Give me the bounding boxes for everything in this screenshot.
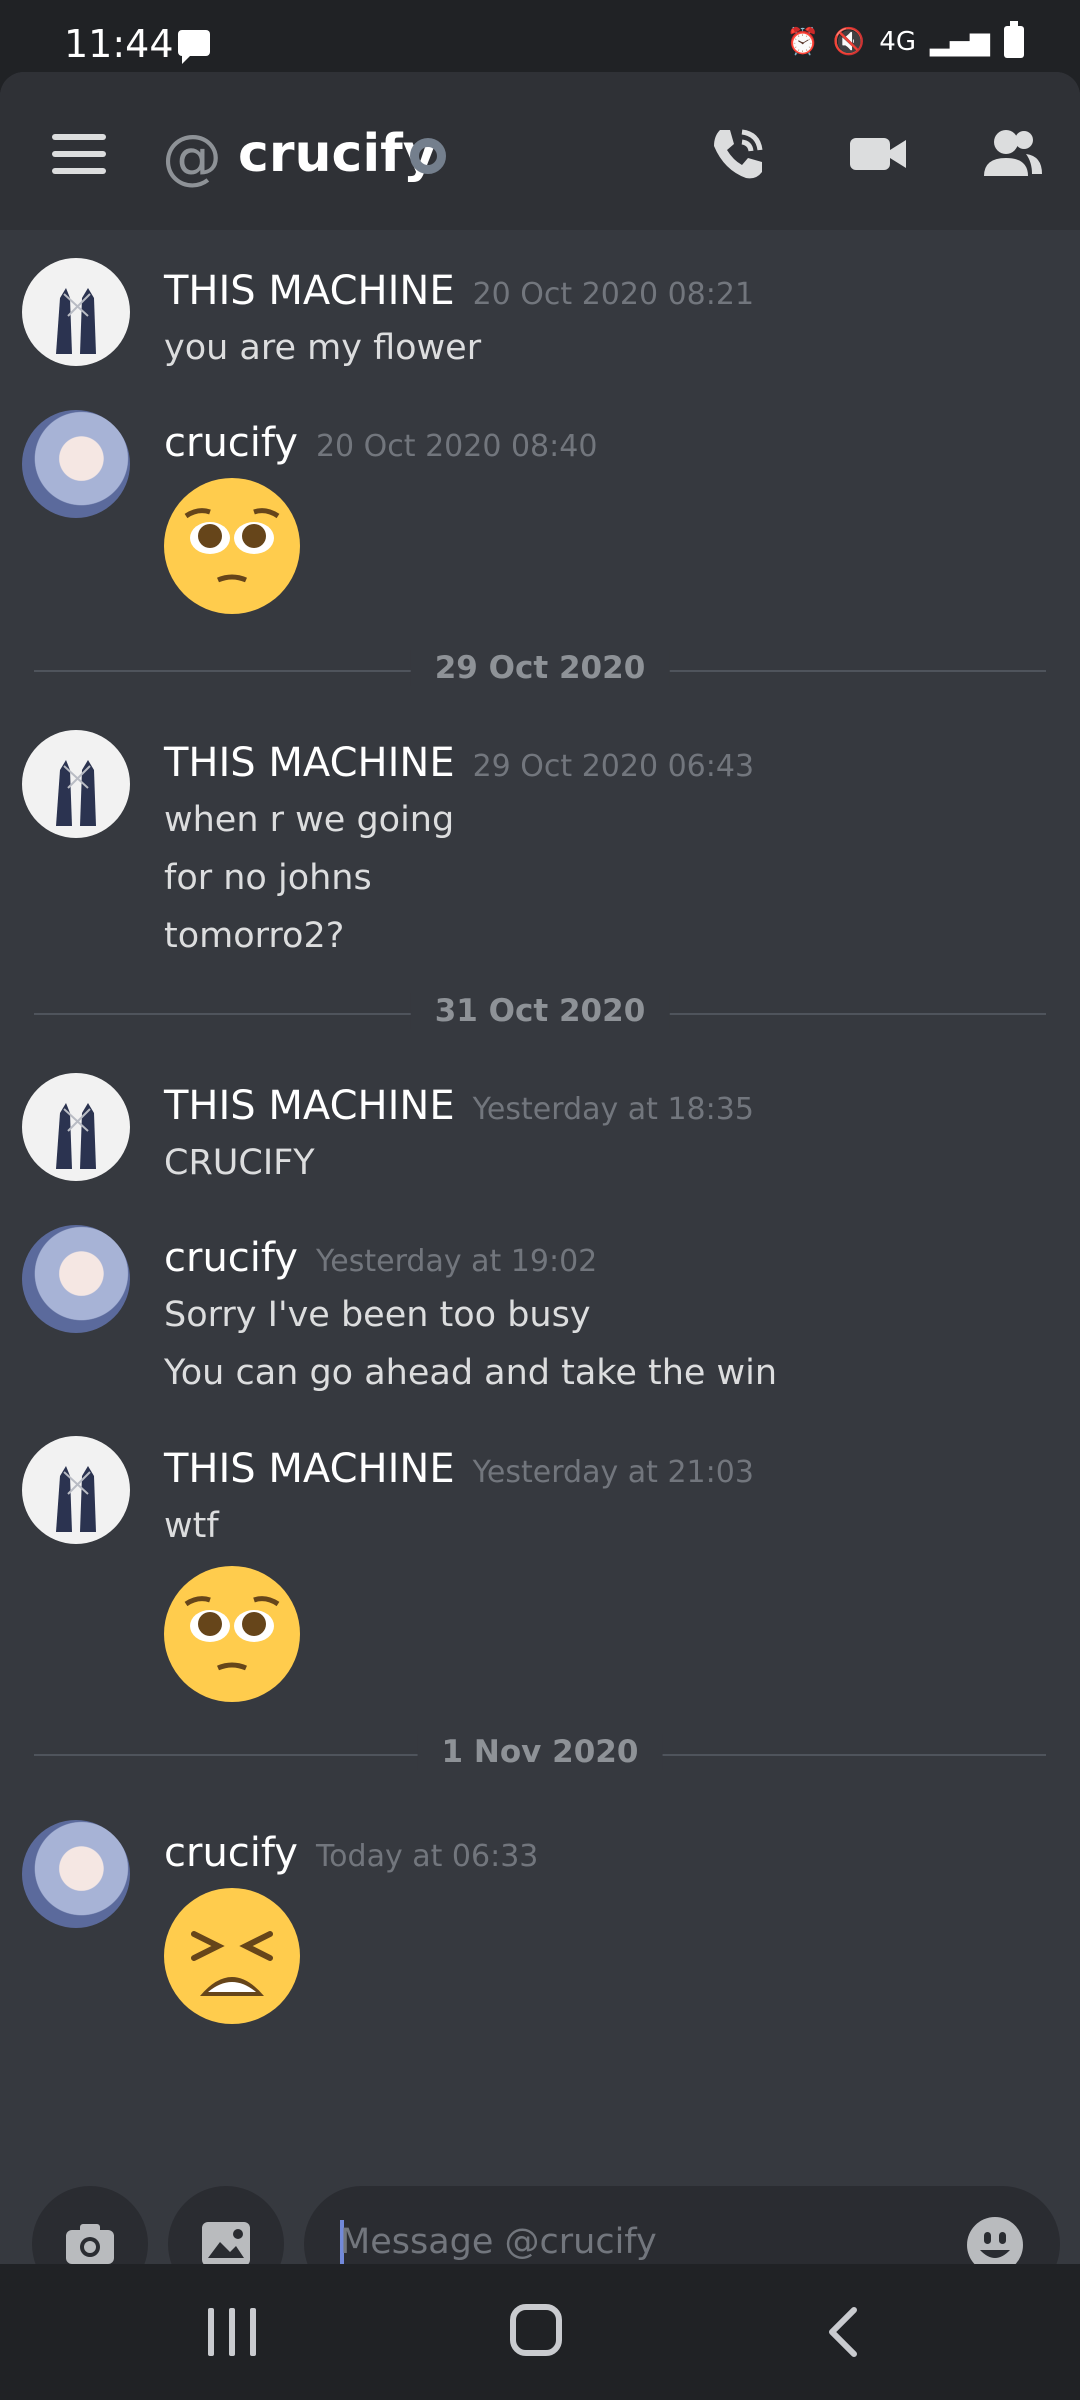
message-author[interactable]: crucify 20 Oct 2020 08:40 (164, 420, 597, 466)
message-author[interactable]: crucify Today at 06:33 (164, 1830, 538, 1876)
pleading-face-emoji-icon (164, 478, 300, 614)
camera-icon (66, 2224, 114, 2264)
at-icon: @ (162, 122, 222, 192)
message-text: Sorry I've been too busy (164, 1295, 591, 1335)
avatar[interactable] (22, 1436, 130, 1544)
image-button[interactable] (168, 2186, 284, 2264)
message-timestamp: 29 Oct 2020 06:43 (472, 749, 755, 784)
message-composer: Message @crucify (0, 2130, 1080, 2264)
avatar[interactable] (22, 1073, 130, 1181)
recents-icon[interactable] (208, 2308, 256, 2356)
image-icon (202, 2222, 250, 2264)
message-text: you are my flower (164, 328, 482, 368)
tired-face-emoji-icon (164, 1888, 300, 2024)
back-icon[interactable] (824, 2306, 864, 2358)
date-divider: 29 Oct 2020 (34, 650, 1046, 690)
avatar[interactable] (22, 258, 130, 366)
message-author[interactable]: THIS MACHINE Yesterday at 18:35 (164, 1083, 754, 1129)
message-input[interactable]: Message @crucify (304, 2186, 1060, 2264)
date-divider: 1 Nov 2020 (34, 1734, 1046, 1774)
signal-icon: ▂▄▆ (930, 27, 990, 57)
date-divider-label: 29 Oct 2020 (410, 650, 670, 686)
message-text: for no johns (164, 858, 372, 898)
emoji-icon[interactable] (966, 2216, 1024, 2264)
chat-header: @ crucify (0, 72, 1080, 230)
message-placeholder: Message @crucify (340, 2222, 657, 2262)
phone-icon[interactable] (706, 122, 770, 186)
members-icon[interactable] (980, 122, 1044, 186)
battery-icon (1004, 21, 1024, 58)
message-text: when r we going (164, 800, 455, 840)
menu-icon[interactable] (52, 134, 106, 174)
avatar[interactable] (22, 1225, 130, 1333)
message-timestamp: 20 Oct 2020 08:21 (472, 277, 755, 312)
message-author[interactable]: crucify Yesterday at 19:02 (164, 1235, 597, 1281)
message-timestamp: Yesterday at 18:35 (472, 1092, 754, 1127)
status-bar: 11:44 ⏰ 🔇 4G ▂▄▆ (0, 0, 1080, 72)
message-timestamp: Today at 06:33 (315, 1839, 539, 1874)
chat-screen: @ crucify THIS MACHINE 20 Oct 2020 08:21 … (0, 72, 1080, 2264)
alarm-icon: ⏰ (786, 27, 819, 57)
message-timestamp: 20 Oct 2020 08:40 (315, 429, 598, 464)
home-icon[interactable] (510, 2304, 562, 2356)
message-timestamp: Yesterday at 19:02 (315, 1244, 598, 1279)
mute-icon: 🔇 (832, 27, 866, 57)
network-label: 4G (879, 27, 916, 57)
date-divider-label: 1 Nov 2020 (417, 1734, 663, 1770)
message-author[interactable]: THIS MACHINE Yesterday at 21:03 (164, 1446, 754, 1492)
message-timestamp: Yesterday at 21:03 (472, 1455, 754, 1490)
status-icons: ⏰ 🔇 4G ▂▄▆ (786, 21, 1024, 58)
chat-notification-icon (178, 30, 210, 64)
date-divider: 31 Oct 2020 (34, 993, 1046, 1033)
camera-button[interactable] (32, 2186, 148, 2264)
message-text: wtf (164, 1506, 219, 1546)
avatar[interactable] (22, 410, 130, 518)
message-text: tomorro2? (164, 916, 345, 956)
pleading-face-emoji-icon (164, 1566, 300, 1702)
message-text: You can go ahead and take the win (164, 1353, 778, 1393)
date-divider-label: 31 Oct 2020 (410, 993, 670, 1029)
avatar[interactable] (22, 1820, 130, 1928)
status-time: 11:44 (64, 22, 174, 66)
system-nav-bar (0, 2264, 1080, 2400)
message-text: CRUCIFY (164, 1143, 315, 1183)
message-author[interactable]: THIS MACHINE 29 Oct 2020 06:43 (164, 740, 754, 786)
video-icon[interactable] (846, 122, 910, 186)
offline-status-icon (410, 138, 446, 174)
channel-title: crucify (238, 124, 437, 184)
avatar[interactable] (22, 730, 130, 838)
message-author[interactable]: THIS MACHINE 20 Oct 2020 08:21 (164, 268, 754, 314)
message-list: THIS MACHINE 20 Oct 2020 08:21 you are my… (0, 230, 1080, 2130)
